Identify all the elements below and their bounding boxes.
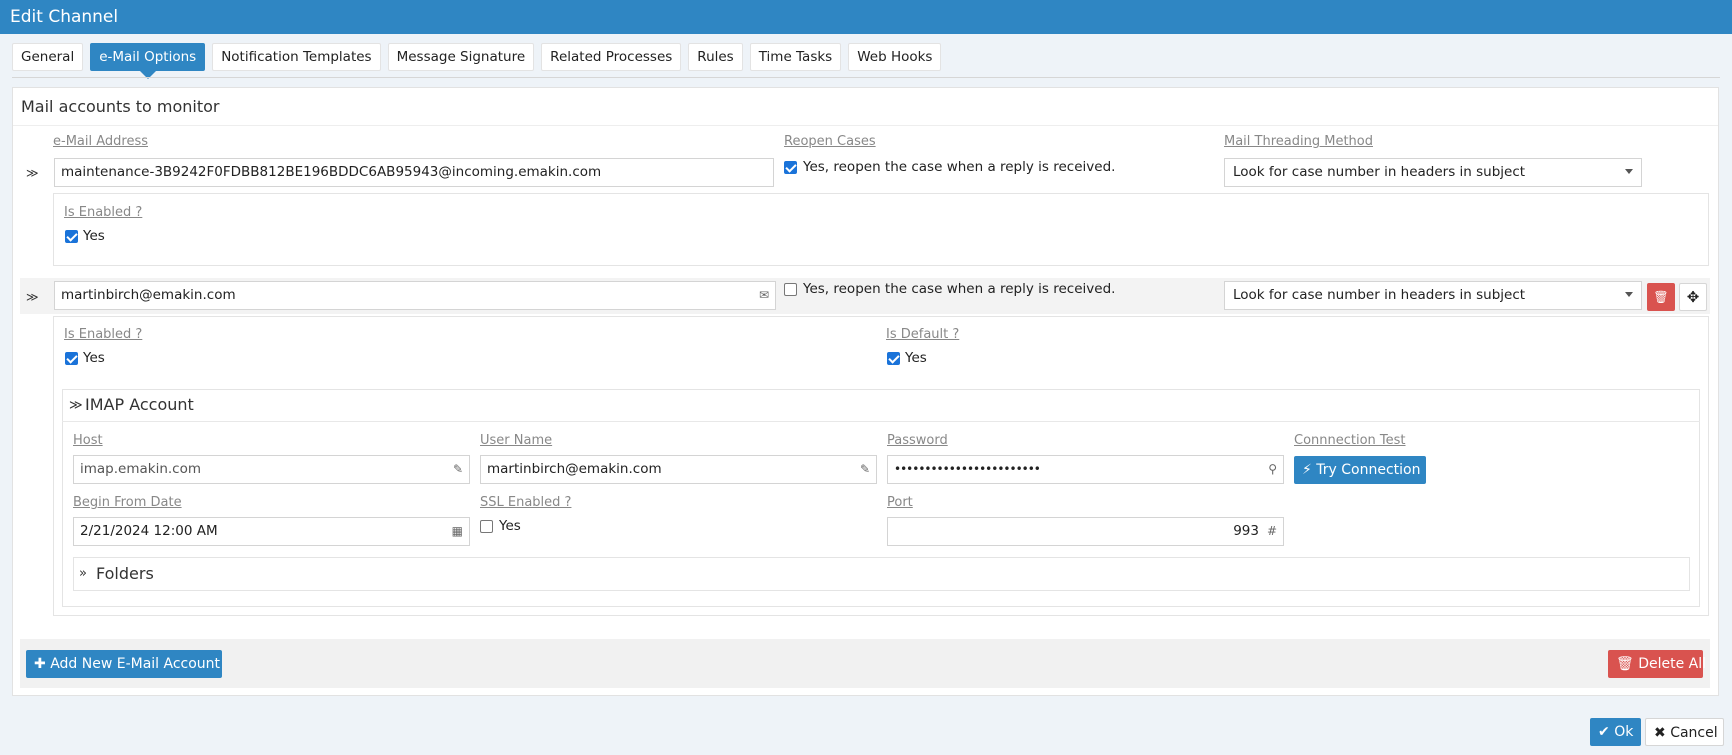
account-1-reopen-checkbox[interactable] <box>784 161 797 174</box>
add-email-account-button[interactable]: ✚ Add New E-Mail Account <box>26 650 222 678</box>
account-1-enabled-value: Yes <box>83 228 105 244</box>
imap-collapse-icon[interactable]: ≫ <box>69 398 83 413</box>
tab-bar: General e-Mail Options Notification Temp… <box>12 43 1720 79</box>
tab-divider <box>12 77 1720 78</box>
account-2-email-value: martinbirch@emakin.com <box>61 287 236 303</box>
collapse-account-2-icon[interactable]: ≫ <box>26 290 39 304</box>
tab-time-tasks[interactable]: Time Tasks <box>749 43 842 71</box>
cancel-button[interactable]: ✖ Cancel <box>1645 718 1724 746</box>
begin-date-label: Begin From Date <box>73 495 182 510</box>
pencil-icon: ✎ <box>859 462 870 476</box>
move-account-2-handle[interactable]: ✥ <box>1679 283 1707 311</box>
host-label: Host <box>73 433 103 448</box>
add-email-account-label: Add New E-Mail Account <box>50 656 221 672</box>
plus-icon: ✚ <box>34 656 46 672</box>
folders-expand-icon[interactable]: » <box>79 566 87 581</box>
username-label: User Name <box>480 433 553 448</box>
tab-message-signature[interactable]: Message Signature <box>387 43 535 71</box>
ok-button[interactable]: ✔ Ok <box>1590 718 1641 746</box>
password-input[interactable]: •••••••••••••••••••••••• ⚲ <box>887 455 1284 484</box>
password-label: Password <box>887 433 948 448</box>
account-1-enabled-label: Is Enabled ? <box>64 205 143 220</box>
account-2-reopen-label: Yes, reopen the case when a reply is rec… <box>803 281 1116 297</box>
folders-panel[interactable] <box>73 557 1690 591</box>
tab-general[interactable]: General <box>12 43 84 71</box>
username-input[interactable]: martinbirch@emakin.com ✎ <box>480 455 877 484</box>
reopen-column-header: Reopen Cases <box>784 134 876 149</box>
tab-rules[interactable]: Rules <box>688 43 743 71</box>
folders-title: Folders <box>96 564 154 583</box>
edit-channel-dialog: Edit Channel General e-Mail Options Noti… <box>0 0 1732 755</box>
move-icon: ✥ <box>1686 288 1700 306</box>
trash-icon: 🗑 <box>1616 656 1634 672</box>
account-2-threading-select[interactable]: Look for case number in headers in subje… <box>1224 281 1642 310</box>
ok-label: Ok <box>1614 724 1634 740</box>
key-icon[interactable]: ⚲ <box>1268 456 1277 483</box>
begin-date-input[interactable]: 2/21/2024 12:00 AM ▦ <box>73 517 470 546</box>
pencil-icon: ✎ <box>452 462 463 476</box>
calendar-icon[interactable]: ▦ <box>452 518 463 545</box>
tab-notification-templates[interactable]: Notification Templates <box>212 43 381 71</box>
bolt-icon: ⚡ <box>1302 462 1312 478</box>
account-1-email-input[interactable]: maintenance-3B9242F0FDBB812BE196BDDC6AB9… <box>54 158 774 187</box>
account-2-threading-value: Look for case number in headers in subje… <box>1233 287 1526 303</box>
account-2-enabled-value: Yes <box>83 350 105 366</box>
begin-date-value: 2/21/2024 12:00 AM <box>80 523 218 539</box>
delete-account-2-button[interactable]: 🗑 <box>1647 283 1675 311</box>
ssl-value: Yes <box>499 518 521 534</box>
connection-test-label: Connnection Test <box>1294 433 1406 448</box>
delete-all-button[interactable]: 🗑 Delete All <box>1608 650 1707 678</box>
account-2-default-value: Yes <box>905 350 927 366</box>
password-value: •••••••••••••••••••••••• <box>894 462 1041 476</box>
tab-email-options[interactable]: e-Mail Options <box>90 43 206 79</box>
port-input[interactable]: 993 # <box>887 517 1284 546</box>
envelope-icon: ✉ <box>758 288 769 302</box>
account-1-threading-select[interactable]: Look for case number in headers in subje… <box>1224 158 1642 187</box>
account-2-reopen-checkbox[interactable] <box>784 283 797 296</box>
threading-column-header: Mail Threading Method <box>1224 134 1373 149</box>
section-title: Mail accounts to monitor <box>13 88 1718 126</box>
ssl-checkbox[interactable] <box>480 520 493 533</box>
collapse-account-1-icon[interactable]: ≫ <box>26 166 39 180</box>
host-value: imap.emakin.com <box>80 461 202 477</box>
account-1-enabled-checkbox[interactable] <box>65 230 78 243</box>
account-2-default-label: Is Default ? <box>886 327 960 342</box>
account-2-enabled-label: Is Enabled ? <box>64 327 143 342</box>
host-input[interactable]: imap.emakin.com ✎ <box>73 455 470 484</box>
account-1-threading-value: Look for case number in headers in subje… <box>1233 164 1526 180</box>
imap-account-title: IMAP Account <box>85 395 194 414</box>
close-icon: ✖ <box>1654 725 1666 741</box>
account-2-email-input[interactable]: martinbirch@emakin.com ✉ <box>54 281 776 310</box>
account-1-reopen-label: Yes, reopen the case when a reply is rec… <box>803 159 1116 175</box>
account-1-details <box>53 193 1709 266</box>
chevron-down-icon <box>1625 169 1633 174</box>
imap-account-header[interactable] <box>62 389 1700 422</box>
tab-web-hooks[interactable]: Web Hooks <box>848 43 942 71</box>
try-connection-button[interactable]: ⚡ Try Connection <box>1294 456 1426 484</box>
trash-icon: 🗑 <box>1653 290 1669 304</box>
accounts-footer <box>20 639 1710 688</box>
account-2-enabled-checkbox[interactable] <box>65 352 78 365</box>
username-value: martinbirch@emakin.com <box>487 461 662 477</box>
check-icon: ✔ <box>1598 724 1610 740</box>
delete-all-label: Delete All <box>1638 656 1707 672</box>
ssl-label: SSL Enabled ? <box>480 495 572 510</box>
cancel-label: Cancel <box>1670 725 1718 741</box>
port-value: 993 <box>1233 523 1259 539</box>
try-connection-label: Try Connection <box>1316 462 1421 478</box>
port-label: Port <box>887 495 913 510</box>
dialog-title: Edit Channel <box>0 0 1732 34</box>
tab-related-processes[interactable]: Related Processes <box>541 43 682 71</box>
chevron-down-icon <box>1625 292 1633 297</box>
account-2-default-checkbox[interactable] <box>887 352 900 365</box>
email-column-header: e-Mail Address <box>53 134 148 149</box>
hash-icon: # <box>1266 524 1277 538</box>
